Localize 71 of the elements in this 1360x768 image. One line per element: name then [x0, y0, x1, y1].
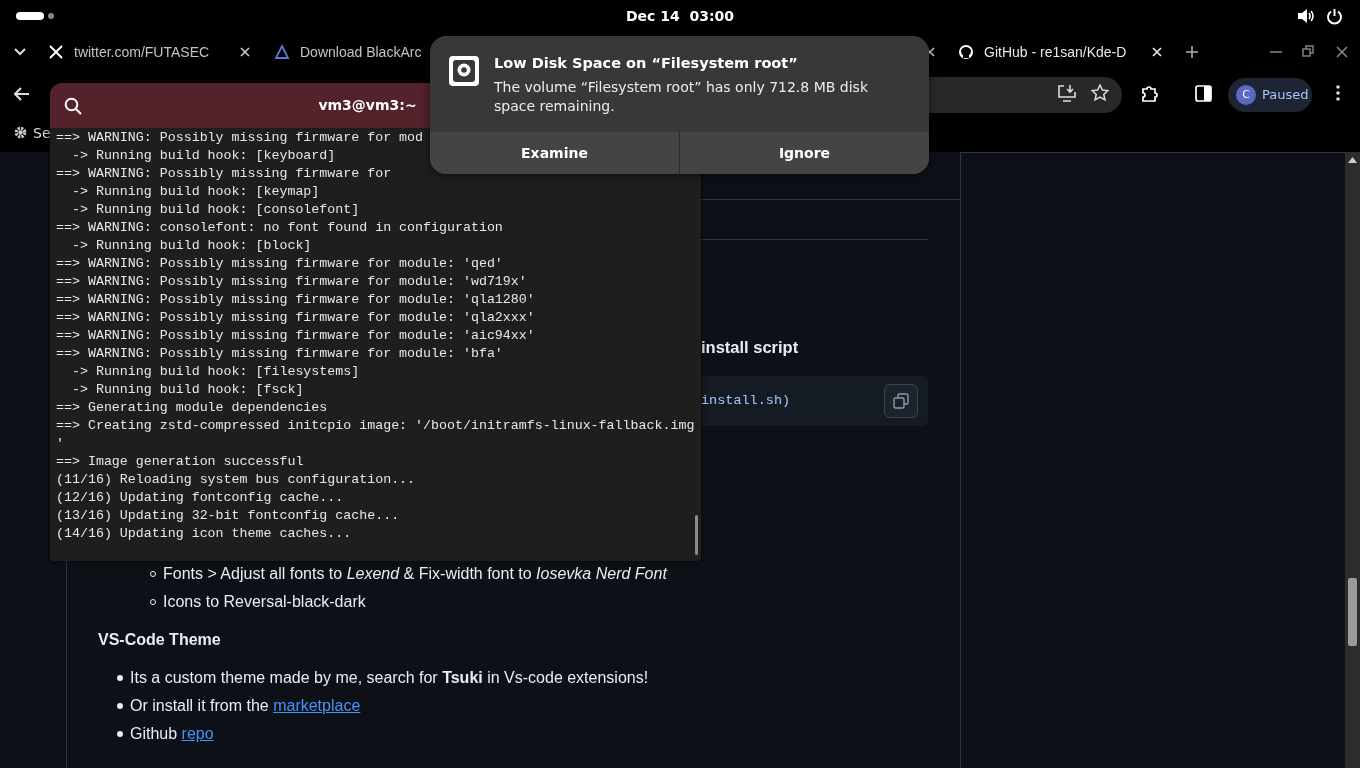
speaker-icon[interactable] — [1297, 8, 1315, 24]
back-arrow-icon[interactable] — [14, 87, 30, 101]
terminal-line: ==> Creating zstd-compressed initcpio image: '/boot/initramfs-linux-fallback.img — [56, 417, 695, 435]
terminal-line: (14/16) Updating icon theme caches... — [56, 525, 352, 543]
terminal-line: ==> WARNING: Possibly missing firmware for module: 'bfa' — [56, 345, 503, 363]
bullet — [117, 731, 123, 737]
examine-button[interactable]: Examine — [430, 132, 679, 174]
terminal-line: ==> Generating module dependencies — [56, 399, 328, 417]
list-item-text: Github repo — [130, 724, 214, 744]
ignore-button[interactable]: Ignore — [680, 132, 929, 174]
sidebar-icon[interactable] — [1195, 85, 1212, 102]
terminal-line: ==> WARNING: Possibly missing firmware for module: 'qed' — [56, 255, 503, 273]
menu-icon[interactable] — [1336, 85, 1340, 101]
profile-button[interactable]: C Paused — [1228, 78, 1312, 112]
terminal-line: (11/16) Reloading system bus configuration... — [56, 471, 416, 489]
tab[interactable]: Download BlackArc — [274, 32, 422, 72]
terminal-line: -> Running build hook: [keyboard] — [70, 147, 336, 165]
puzzle-icon[interactable] — [1141, 84, 1160, 103]
terminal-line: ==> WARNING: Possibly missing firmware for — [56, 165, 392, 183]
new-tab-icon[interactable] — [1186, 46, 1198, 58]
terminal-line: ==> WARNING: Possibly missing firmware for module: 'qla1280' — [56, 291, 535, 309]
terminal-line: ' — [56, 435, 64, 453]
notification-text: The volume “Filesystem root” has only 712.8 MB disk space remaining. — [494, 77, 869, 116]
terminal-line: ==> WARNING: consolefont: no font found in configuration — [56, 219, 503, 237]
terminal-line: -> Running build hook: [keymap] — [70, 183, 320, 201]
link[interactable]: marketplace — [273, 697, 361, 714]
scroll-up-icon[interactable] — [1348, 157, 1357, 163]
bullet — [117, 675, 123, 681]
copy-icon — [893, 393, 909, 409]
bookmark[interactable]: Se — [33, 123, 51, 144]
list-item-text: Fonts > Adjust all fonts to Lexend & Fix-width font to Iosevka Nerd Font — [163, 564, 667, 584]
terminal-line: ==> WARNING: Possibly missing firmware for module: 'wd719x' — [56, 273, 527, 291]
restore-icon[interactable] — [1302, 45, 1314, 57]
install-icon[interactable] — [1057, 84, 1077, 102]
clock[interactable]: Dec 14 03:00 — [625, 6, 735, 27]
triangle-icon — [274, 44, 290, 60]
cross-logo-icon — [48, 44, 64, 60]
gear-icon[interactable] — [13, 125, 28, 140]
terminal-line: -> Running build hook: [block] — [70, 237, 312, 255]
star-icon[interactable] — [1091, 84, 1109, 102]
terminal-line: (13/16) Updating 32-bit fontconfig cache... — [56, 507, 400, 525]
code-text: install.sh) — [701, 391, 791, 410]
chevron-down-icon[interactable] — [14, 48, 26, 56]
terminal-line: ==> WARNING: Possibly missing firmware for module: 'aic94xx' — [56, 327, 535, 345]
section-heading: VS-Code Theme — [98, 630, 221, 650]
terminal-line: ==> WARNING: Possibly missing firmware for mod — [56, 129, 424, 147]
terminal-line: -> Running build hook: [fsck] — [70, 381, 304, 399]
power-icon[interactable] — [1326, 8, 1343, 25]
terminal-line: -> Running build hook: [filesystems] — [70, 363, 360, 381]
terminal-line: ==> WARNING: Possibly missing firmware for module: 'qla2xxx' — [56, 309, 535, 327]
workspace-indicator[interactable] — [16, 12, 54, 20]
window-title: vm3@vm3:~ — [318, 96, 417, 115]
list-item-text: Icons to Reversal-black-dark — [163, 592, 366, 612]
bullet — [117, 703, 123, 709]
notification-title: Low Disk Space on “Filesystem root” — [494, 54, 799, 73]
terminal-line: -> Running build hook: [consolefont] — [70, 201, 360, 219]
tab[interactable]: GitHub - re1san/Kde-D — [958, 32, 1127, 72]
terminal-line: (12/16) Updating fontconfig cache... — [56, 489, 344, 507]
copy-button[interactable] — [884, 384, 918, 418]
terminal-line: ==> Image generation successful — [56, 453, 304, 471]
section-heading: install script — [701, 337, 799, 358]
list-item-text: Or install it from the marketplace — [130, 696, 361, 716]
scroll-thumb[interactable] — [1348, 578, 1357, 646]
search-icon[interactable] — [64, 97, 82, 115]
scroll-thumb[interactable] — [695, 515, 698, 555]
tab[interactable]: twitter.com/FUTASEC — [48, 32, 210, 72]
scrollbar[interactable] — [1345, 152, 1360, 768]
list-item-text: Its a custom theme made by me, search for Tsuki in Vs-code extensions! — [130, 668, 649, 688]
link[interactable]: repo — [181, 725, 214, 742]
close-icon[interactable] — [240, 47, 250, 57]
close-icon[interactable] — [1336, 46, 1348, 58]
